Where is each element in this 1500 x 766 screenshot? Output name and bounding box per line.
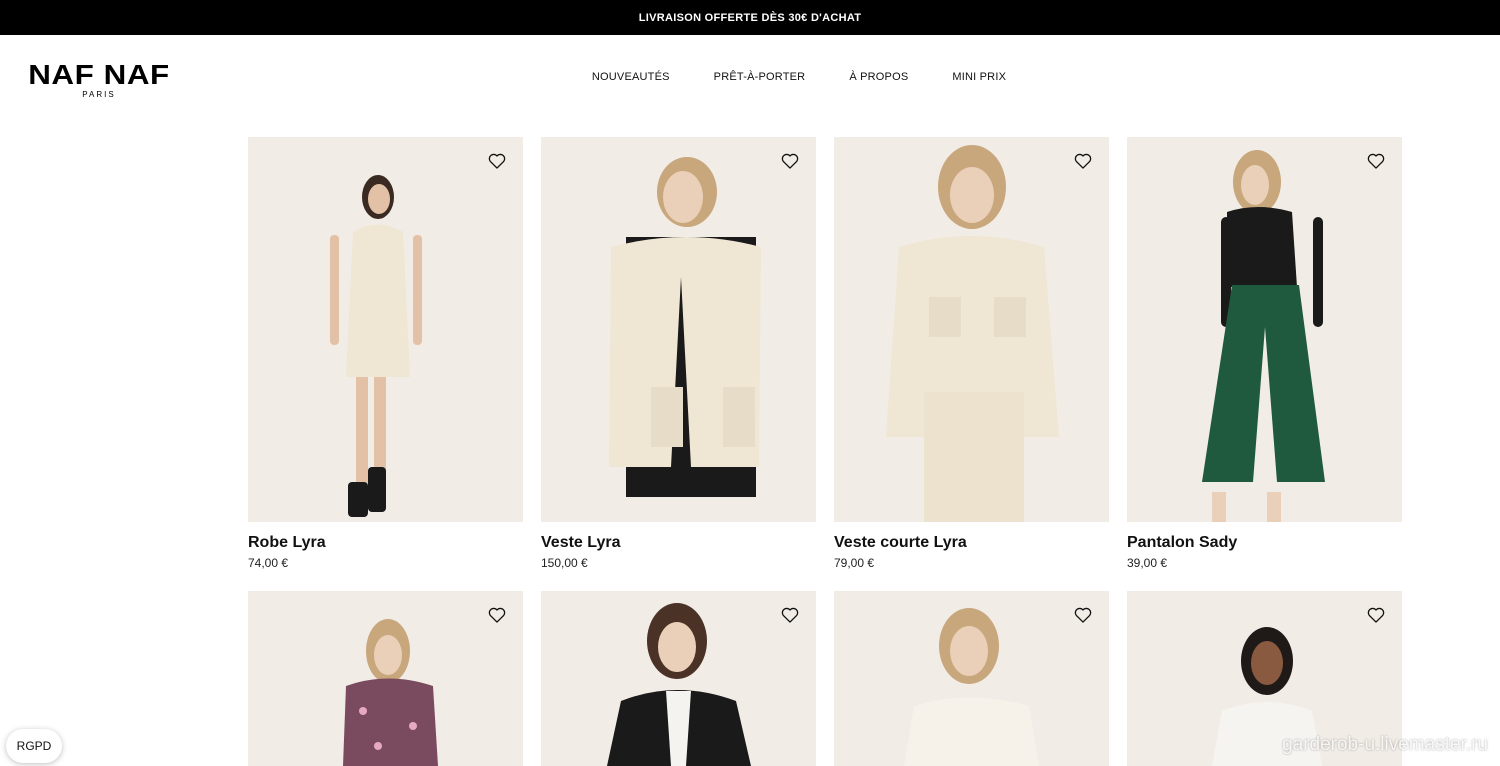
- heart-icon[interactable]: [1073, 151, 1093, 171]
- product-name[interactable]: Veste Lyra: [541, 533, 816, 553]
- product-card[interactable]: Veste courte Lyra 79,00 €: [834, 137, 1109, 571]
- product-price: 39,00 €: [1127, 556, 1168, 570]
- heart-icon[interactable]: [780, 605, 800, 625]
- site-header: NAF NAF PARIS NOUVEAUTÉS PRÊT-À-PORTER À…: [0, 35, 1500, 125]
- rgpd-label: RGPD: [16, 739, 52, 753]
- heart-icon[interactable]: [1366, 605, 1386, 625]
- model-figure-white-blouse: [904, 608, 1039, 766]
- product-card[interactable]: [834, 591, 1109, 766]
- product-image[interactable]: [834, 591, 1109, 766]
- product-image[interactable]: [248, 591, 523, 766]
- product-image[interactable]: [541, 137, 816, 522]
- model-figure-cropped-jacket: [886, 145, 1059, 522]
- nav-item-mini-prix[interactable]: MINI PRIX: [952, 71, 1006, 83]
- promo-banner: LIVRAISON OFFERTE DÈS 30€ D'ACHAT: [0, 0, 1500, 35]
- watermark-text: garderob-u.livemaster.ru: [1282, 734, 1488, 755]
- model-figure-dress: [330, 175, 422, 517]
- model-figure-trousers: [1202, 150, 1325, 522]
- nav-item-nouveautes[interactable]: NOUVEAUTÉS: [592, 71, 670, 83]
- product-image[interactable]: [541, 591, 816, 766]
- product-card[interactable]: Robe Lyra 74,00 €: [248, 137, 523, 571]
- main-nav: NOUVEAUTÉS PRÊT-À-PORTER À PROPOS MINI P…: [0, 71, 1500, 83]
- product-name[interactable]: Robe Lyra: [248, 533, 523, 553]
- product-card[interactable]: Pantalon Sady 39,00 €: [1127, 137, 1402, 571]
- product-name[interactable]: Veste courte Lyra: [834, 533, 1109, 553]
- heart-icon[interactable]: [1073, 605, 1093, 625]
- heart-icon[interactable]: [487, 151, 507, 171]
- model-figure-blouse: [343, 619, 438, 766]
- product-price: 79,00 €: [834, 556, 875, 570]
- product-name[interactable]: Pantalon Sady: [1127, 533, 1402, 553]
- heart-icon[interactable]: [780, 151, 800, 171]
- product-card[interactable]: Veste Lyra 150,00 €: [541, 137, 816, 571]
- promo-text: LIVRAISON OFFERTE DÈS 30€ D'ACHAT: [638, 11, 862, 24]
- product-card[interactable]: [541, 591, 816, 766]
- nav-item-a-propos[interactable]: À PROPOS: [849, 71, 908, 83]
- product-grid: Robe Lyra 74,00 € Veste Lyra 150,00 € Ve…: [248, 137, 1402, 766]
- heart-icon[interactable]: [487, 605, 507, 625]
- watermark: garderob-u.livemaster.ru: [1282, 734, 1488, 756]
- logo-tagline: PARIS: [82, 90, 116, 99]
- product-price: 150,00 €: [541, 556, 588, 570]
- product-card[interactable]: [248, 591, 523, 766]
- nav-item-pret-a-porter[interactable]: PRÊT-À-PORTER: [714, 71, 806, 83]
- product-image[interactable]: [1127, 137, 1402, 522]
- product-image[interactable]: [248, 137, 523, 522]
- rgpd-button[interactable]: RGPD: [6, 729, 62, 763]
- model-figure-jacket: [609, 157, 761, 497]
- model-figure-leather-jacket: [607, 603, 751, 766]
- heart-icon[interactable]: [1366, 151, 1386, 171]
- product-image[interactable]: [834, 137, 1109, 522]
- product-price: 74,00 €: [248, 556, 289, 570]
